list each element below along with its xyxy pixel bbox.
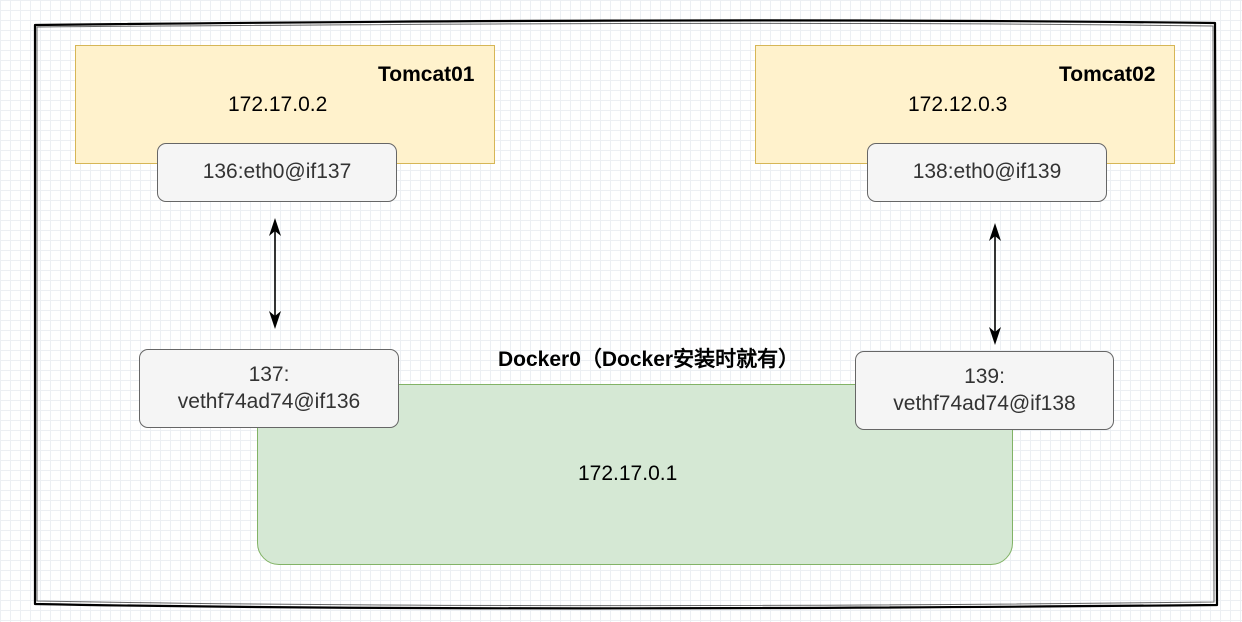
veth-interface-137[interactable]: 137: vethf74ad74@if136 bbox=[139, 349, 399, 428]
veth-interface-139-line2: vethf74ad74@if138 bbox=[893, 391, 1076, 415]
container-tomcat02-title: Tomcat02 bbox=[1059, 63, 1156, 86]
veth-interface-139-line1: 139: bbox=[964, 365, 1005, 389]
container-tomcat01-ip: 172.17.0.2 bbox=[228, 93, 328, 116]
container-tomcat01-title: Tomcat01 bbox=[378, 63, 475, 86]
bridge-docker0-ip: 172.17.0.1 bbox=[578, 462, 678, 485]
veth-interface-139[interactable]: 139: vethf74ad74@if138 bbox=[855, 351, 1114, 430]
interface-eth0-tomcat02[interactable]: 138:eth0@if139 bbox=[867, 143, 1107, 202]
interface-eth0-tomcat01[interactable]: 136:eth0@if137 bbox=[157, 143, 397, 202]
container-tomcat02-ip: 172.12.0.3 bbox=[908, 93, 1008, 116]
veth-interface-137-line2: vethf74ad74@if136 bbox=[177, 389, 361, 413]
bridge-docker0-title: Docker0（Docker安装时就有） bbox=[498, 348, 800, 371]
veth-interface-137-line1: 137: bbox=[248, 363, 290, 387]
interface-eth0-tomcat02-label: 138:eth0@if139 bbox=[912, 160, 1062, 184]
interface-eth0-tomcat01-label: 136:eth0@if137 bbox=[202, 160, 352, 184]
